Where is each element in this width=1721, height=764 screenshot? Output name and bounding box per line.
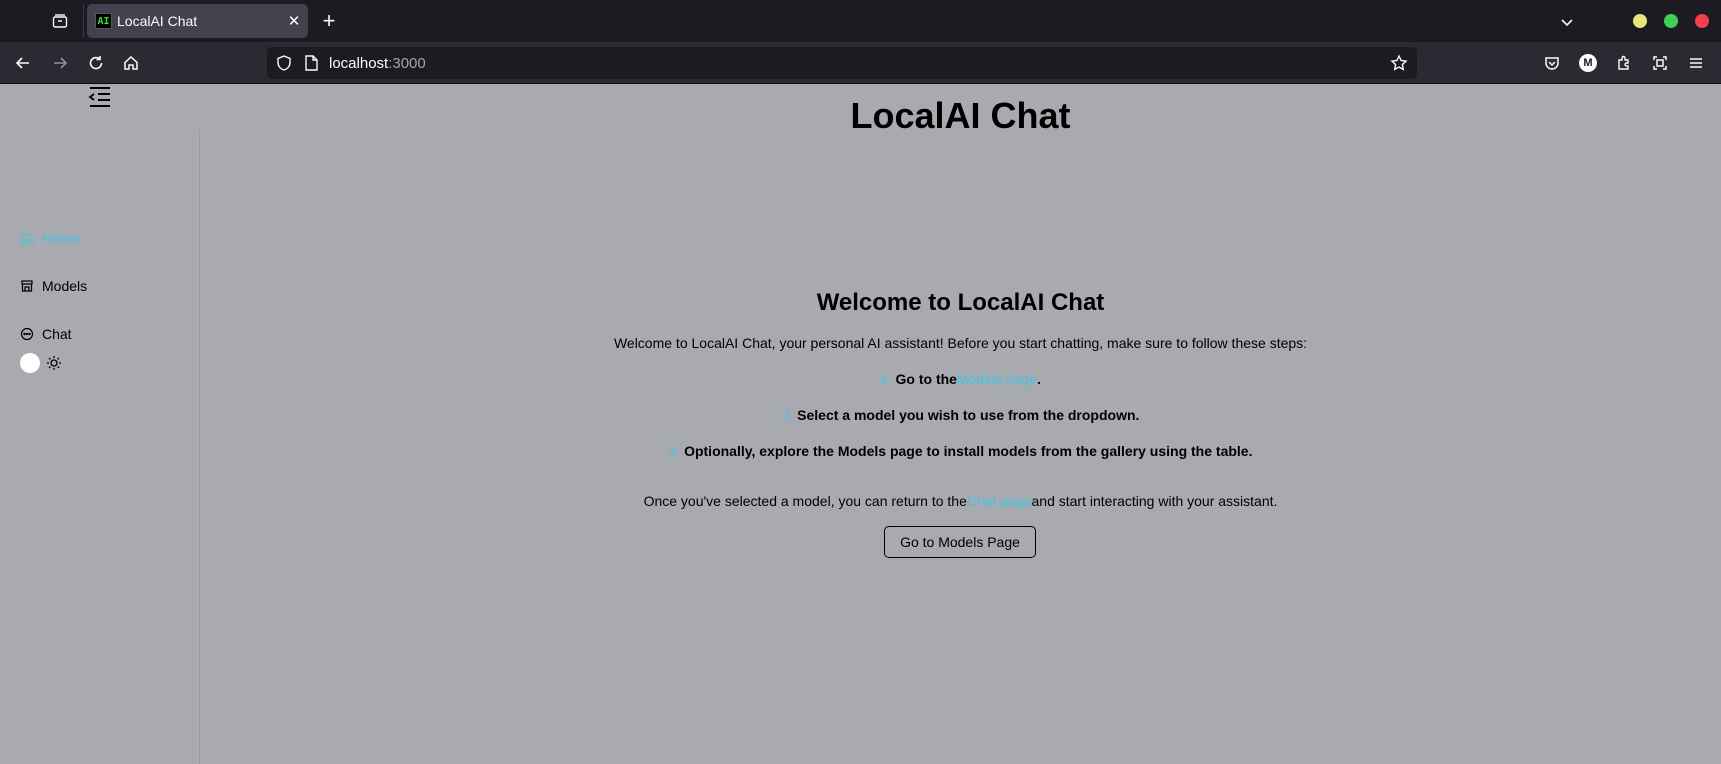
sidebar-item-label: Chat [42,326,72,342]
outro-after: and start interacting with your assistan… [1031,493,1278,509]
window-close-button[interactable] [1695,14,1709,28]
screenshot-icon[interactable] [1648,51,1672,75]
welcome-title: Welcome to LocalAI Chat [816,289,1105,316]
url-bar[interactable]: localhost:3000 [267,47,1417,79]
tab-divider [83,4,84,38]
chat-bubble-icon [20,327,34,341]
tab-title: LocalAI Chat [117,13,198,29]
favicon-icon: AI [95,13,112,29]
browser-tabbar: AI LocalAI Chat ✕ + [0,0,1721,42]
intro-text: Welcome to LocalAI Chat, your personal A… [613,335,1308,351]
step-number: 1. [879,371,892,387]
chat-page-link[interactable]: Chat page [967,493,1032,509]
page-content: Home Models Chat LocalAI Chat Welcome to… [0,85,1721,764]
page-info-icon[interactable] [302,54,320,72]
outro-before: Once you've selected a model, you can re… [643,493,967,509]
forward-arrow-icon[interactable] [48,51,72,75]
go-to-models-button[interactable]: Go to Models Page [884,526,1036,558]
chevron-down-icon[interactable] [1555,10,1579,34]
window-maximize-button[interactable] [1664,14,1678,28]
step-number: 3. [668,443,681,459]
step-3: 3. Optionally, explore the Models page t… [200,443,1721,459]
reload-icon[interactable] [84,51,108,75]
step-text: . [1037,371,1042,387]
step-1: 1. Go to theModels page. [200,371,1721,387]
store-icon [21,280,33,292]
page-title: LocalAI Chat [850,95,1071,136]
extensions-icon[interactable] [1612,51,1636,75]
url-text[interactable]: localhost:3000 [329,55,426,72]
pocket-icon[interactable] [1540,51,1564,75]
sidebar-item-home[interactable]: Home [20,228,79,248]
account-avatar[interactable]: M [1579,54,1597,72]
shield-icon[interactable] [275,54,293,72]
browser-tab[interactable]: AI LocalAI Chat ✕ [87,4,308,38]
outro-text: Once you've selected a model, you can re… [200,493,1721,509]
sidebar-item-label: Models [42,278,88,294]
home-icon [20,232,34,245]
sidebar-collapse-icon[interactable] [88,85,112,109]
back-arrow-icon[interactable] [11,51,35,75]
sidebar-item-label: Home [42,230,80,246]
browser-navbar: localhost:3000 [0,42,1721,84]
sidebar: Home Models Chat [0,129,200,764]
menu-icon[interactable] [1684,51,1708,75]
step-text: Optionally, explore the Models page to i… [684,443,1253,459]
step-2: 2. Select a model you wish to use from t… [200,407,1721,423]
step-number: 2. [781,407,794,423]
bookmark-star-icon[interactable] [1390,54,1408,72]
new-tab-icon[interactable]: + [317,8,341,33]
tab-overview-icon[interactable] [48,9,72,33]
close-tab-icon[interactable]: ✕ [282,9,306,33]
step-text: Select a model you wish to use from the … [797,407,1140,423]
home-icon[interactable] [119,51,143,75]
step-text: Go to the [895,371,957,387]
toggle-knob[interactable] [20,353,40,373]
sidebar-item-models[interactable]: Models [20,276,87,296]
sun-icon [47,356,61,370]
window-minimize-button[interactable] [1633,14,1647,28]
models-page-link[interactable]: Models page [957,371,1037,387]
theme-toggle[interactable] [20,353,62,373]
sidebar-item-chat[interactable]: Chat [20,324,72,344]
